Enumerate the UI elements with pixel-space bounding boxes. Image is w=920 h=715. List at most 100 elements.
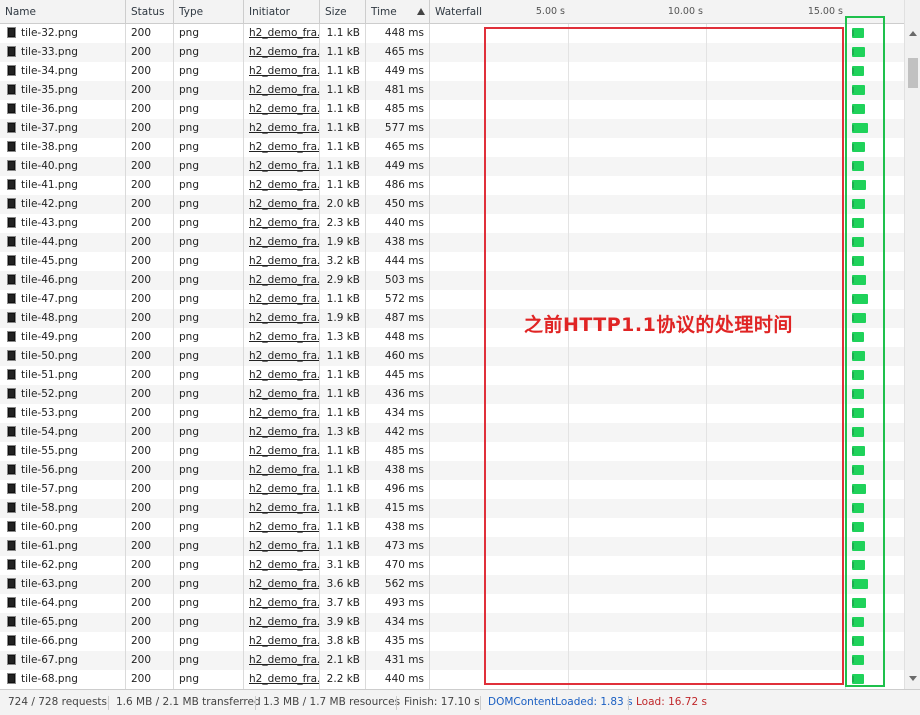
initiator-link[interactable]: h2_demo_fra... xyxy=(244,366,320,385)
cell-status: 200 xyxy=(126,385,174,404)
column-header-time[interactable]: Time xyxy=(366,0,430,24)
column-header-status[interactable]: Status xyxy=(126,0,174,24)
cell-name-label: tile-52.png xyxy=(21,388,78,400)
initiator-link[interactable]: h2_demo_fra... xyxy=(244,309,320,328)
initiator-link[interactable]: h2_demo_fra... xyxy=(244,347,320,366)
cell-size: 1.1 kB xyxy=(320,24,366,43)
image-file-icon xyxy=(7,217,16,228)
network-status-bar: 724 / 728 requests 1.6 MB / 2.1 MB trans… xyxy=(0,689,920,715)
image-file-icon xyxy=(7,559,16,570)
cell-type: png xyxy=(174,575,244,594)
initiator-link[interactable]: h2_demo_fra... xyxy=(244,594,320,613)
cell-size: 2.2 kB xyxy=(320,670,366,689)
cell-type: png xyxy=(174,328,244,347)
initiator-link[interactable]: h2_demo_fra... xyxy=(244,62,320,81)
cell-status: 200 xyxy=(126,119,174,138)
image-file-icon xyxy=(7,464,16,475)
initiator-link[interactable]: h2_demo_fra... xyxy=(244,385,320,404)
cell-type: png xyxy=(174,100,244,119)
initiator-link[interactable]: h2_demo_fra... xyxy=(244,461,320,480)
initiator-link[interactable]: h2_demo_fra... xyxy=(244,271,320,290)
initiator-link[interactable]: h2_demo_fra... xyxy=(244,613,320,632)
cell-type: png xyxy=(174,81,244,100)
cell-size: 1.1 kB xyxy=(320,157,366,176)
status-load: Load: 16.72 s xyxy=(636,696,707,708)
cell-type: png xyxy=(174,442,244,461)
initiator-link[interactable]: h2_demo_fra... xyxy=(244,252,320,271)
waterfall-tick-label: 5.00 s xyxy=(535,6,565,17)
column-header-size[interactable]: Size xyxy=(320,0,366,24)
column-header-initiator[interactable]: Initiator xyxy=(244,0,320,24)
status-requests: 724 / 728 requests xyxy=(8,696,108,708)
cell-name-label: tile-33.png xyxy=(21,46,78,58)
initiator-link[interactable]: h2_demo_fra... xyxy=(244,328,320,347)
initiator-link[interactable]: h2_demo_fra... xyxy=(244,575,320,594)
initiator-link[interactable]: h2_demo_fra... xyxy=(244,537,320,556)
column-header-waterfall-label: Waterfall xyxy=(435,6,483,18)
cell-time: 438 ms xyxy=(366,518,430,537)
initiator-link[interactable]: h2_demo_fra... xyxy=(244,233,320,252)
cell-type: png xyxy=(174,480,244,499)
initiator-link[interactable]: h2_demo_fra... xyxy=(244,651,320,670)
initiator-link[interactable]: h2_demo_fra... xyxy=(244,81,320,100)
column-header-name[interactable]: Name xyxy=(0,0,126,24)
initiator-link[interactable]: h2_demo_fra... xyxy=(244,24,320,43)
cell-name-label: tile-64.png xyxy=(21,597,78,609)
cell-time: 440 ms xyxy=(366,670,430,689)
cell-type: png xyxy=(174,404,244,423)
cell-name: tile-53.png xyxy=(0,404,126,423)
initiator-link[interactable]: h2_demo_fra... xyxy=(244,290,320,309)
initiator-link[interactable]: h2_demo_fra... xyxy=(244,138,320,157)
initiator-link[interactable]: h2_demo_fra... xyxy=(244,214,320,233)
initiator-link[interactable]: h2_demo_fra... xyxy=(244,670,320,689)
initiator-link[interactable]: h2_demo_fra... xyxy=(244,176,320,195)
cell-status: 200 xyxy=(126,347,174,366)
cell-status: 200 xyxy=(126,157,174,176)
initiator-link[interactable]: h2_demo_fra... xyxy=(244,518,320,537)
cell-status: 200 xyxy=(126,537,174,556)
cell-name: tile-68.png xyxy=(0,670,126,689)
initiator-link[interactable]: h2_demo_fra... xyxy=(244,157,320,176)
scroll-down-icon[interactable] xyxy=(909,676,917,681)
cell-name: tile-60.png xyxy=(0,518,126,537)
image-file-icon xyxy=(7,407,16,418)
cell-time: 572 ms xyxy=(366,290,430,309)
initiator-link[interactable]: h2_demo_fra... xyxy=(244,100,320,119)
cell-name-label: tile-40.png xyxy=(21,160,78,172)
image-file-icon xyxy=(7,445,16,456)
image-file-icon xyxy=(7,255,16,266)
cell-name: tile-51.png xyxy=(0,366,126,385)
initiator-link[interactable]: h2_demo_fra... xyxy=(244,442,320,461)
cell-size: 3.2 kB xyxy=(320,252,366,271)
status-dom-content-loaded: DOMContentLoaded: 1.83 s xyxy=(488,696,633,708)
cell-size: 1.1 kB xyxy=(320,518,366,537)
initiator-link[interactable]: h2_demo_fra... xyxy=(244,119,320,138)
initiator-link[interactable]: h2_demo_fra... xyxy=(244,632,320,651)
cell-name-label: tile-54.png xyxy=(21,426,78,438)
vertical-scrollbar[interactable] xyxy=(904,0,920,689)
scroll-thumb[interactable] xyxy=(908,58,918,88)
initiator-link[interactable]: h2_demo_fra... xyxy=(244,43,320,62)
cell-time: 470 ms xyxy=(366,556,430,575)
cell-name: tile-36.png xyxy=(0,100,126,119)
cell-size: 1.1 kB xyxy=(320,347,366,366)
initiator-link[interactable]: h2_demo_fra... xyxy=(244,195,320,214)
cell-name-label: tile-60.png xyxy=(21,521,78,533)
cell-type: png xyxy=(174,670,244,689)
cell-status: 200 xyxy=(126,309,174,328)
initiator-link[interactable]: h2_demo_fra... xyxy=(244,404,320,423)
initiator-link[interactable]: h2_demo_fra... xyxy=(244,423,320,442)
scroll-up-icon[interactable] xyxy=(909,31,917,36)
cell-status: 200 xyxy=(126,366,174,385)
cell-name: tile-56.png xyxy=(0,461,126,480)
cell-time: 442 ms xyxy=(366,423,430,442)
annotation-red-box xyxy=(484,27,844,685)
cell-size: 2.9 kB xyxy=(320,271,366,290)
initiator-link[interactable]: h2_demo_fra... xyxy=(244,556,320,575)
cell-status: 200 xyxy=(126,594,174,613)
initiator-link[interactable]: h2_demo_fra... xyxy=(244,499,320,518)
initiator-link[interactable]: h2_demo_fra... xyxy=(244,480,320,499)
cell-time: 436 ms xyxy=(366,385,430,404)
column-header-type[interactable]: Type xyxy=(174,0,244,24)
image-file-icon xyxy=(7,236,16,247)
